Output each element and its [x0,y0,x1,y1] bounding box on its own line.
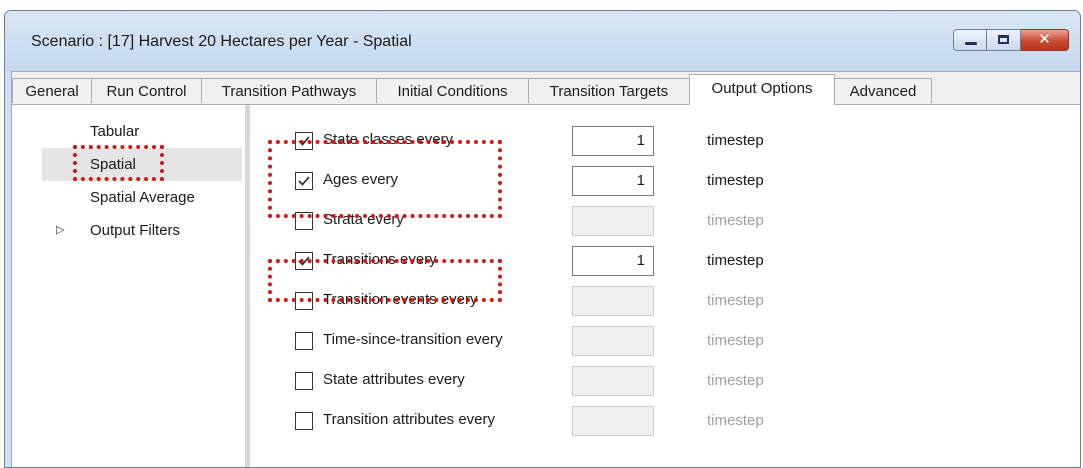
ages-timestep-input[interactable]: 1 [572,166,654,196]
tab-transition-targets[interactable]: Transition Targets [529,78,690,103]
state-classes-timestep-input[interactable]: 1 [572,126,654,156]
minimize-icon [965,42,977,45]
nav-item-label: Output Filters [90,222,181,239]
tab-general[interactable]: General [12,78,92,103]
state-attributes-timestep-input [572,366,654,396]
transition-attributes-timestep-input [572,406,654,436]
nav-item-tabular[interactable]: Tabular [42,115,242,148]
window-title: Scenario : [17] Harvest 20 Hectares per … [31,33,412,50]
expand-arrow-icon[interactable]: ▷ [56,214,64,247]
state-attributes-checkbox[interactable] [295,372,313,390]
transitions-timestep-input[interactable]: 1 [572,246,654,276]
option-unit: timestep [707,412,764,429]
tab-advanced[interactable]: Advanced [835,78,932,103]
state-classes-ages-highlight-box [268,140,502,218]
option-label: State attributes every [323,371,465,388]
maximize-button[interactable] [987,29,1021,51]
tab-run-control[interactable]: Run Control [92,78,202,103]
strata-timestep-input [572,206,654,236]
title-bar[interactable]: Scenario : [17] Harvest 20 Hectares per … [5,11,1080,71]
minimize-button[interactable] [953,29,987,51]
option-row-time-since-transition: Time-since-transition every timestep [287,326,887,356]
tab-output-options[interactable]: Output Options [689,74,835,105]
option-unit: timestep [707,212,764,229]
transitions-highlight-box [268,259,502,302]
nav-item-spatial-average[interactable]: Spatial Average [42,181,242,214]
transition-events-timestep-input [572,286,654,316]
transition-attributes-checkbox[interactable] [295,412,313,430]
option-unit: timestep [707,252,764,269]
scenario-window: Scenario : [17] Harvest 20 Hectares per … [4,10,1081,468]
option-label: Time-since-transition every [323,331,503,348]
maximize-icon [998,35,1009,44]
nav-item-label: Spatial Average [90,189,195,206]
option-label: Transition attributes every [323,411,496,428]
option-row-transition-attributes: Transition attributes every timestep [287,406,887,436]
option-unit: timestep [707,292,764,309]
option-unit: timestep [707,132,764,149]
close-icon: ✕ [1038,31,1051,48]
splitter[interactable] [245,105,250,467]
window-controls: ✕ [953,29,1069,51]
window-client: General Run Control Transition Pathways … [11,71,1080,467]
tab-initial-conditions[interactable]: Initial Conditions [377,78,529,103]
tab-transition-pathways[interactable]: Transition Pathways [202,78,377,103]
output-options-panel: Tabular Spatial Spatial Average ▷ Output… [12,105,1080,467]
nav-item-label: Tabular [90,123,140,140]
time-since-transition-timestep-input [572,326,654,356]
spatial-highlight-box [73,145,164,181]
option-unit: timestep [707,372,764,389]
option-unit: timestep [707,172,764,189]
option-unit: timestep [707,332,764,349]
option-row-state-attributes: State attributes every timestep [287,366,887,396]
output-nav-tree: Tabular Spatial Spatial Average ▷ Output… [42,115,242,247]
time-since-transition-checkbox[interactable] [295,332,313,350]
close-button[interactable]: ✕ [1021,29,1069,51]
nav-item-output-filters[interactable]: ▷ Output Filters [42,214,242,247]
tab-strip: General Run Control Transition Pathways … [12,72,1080,105]
